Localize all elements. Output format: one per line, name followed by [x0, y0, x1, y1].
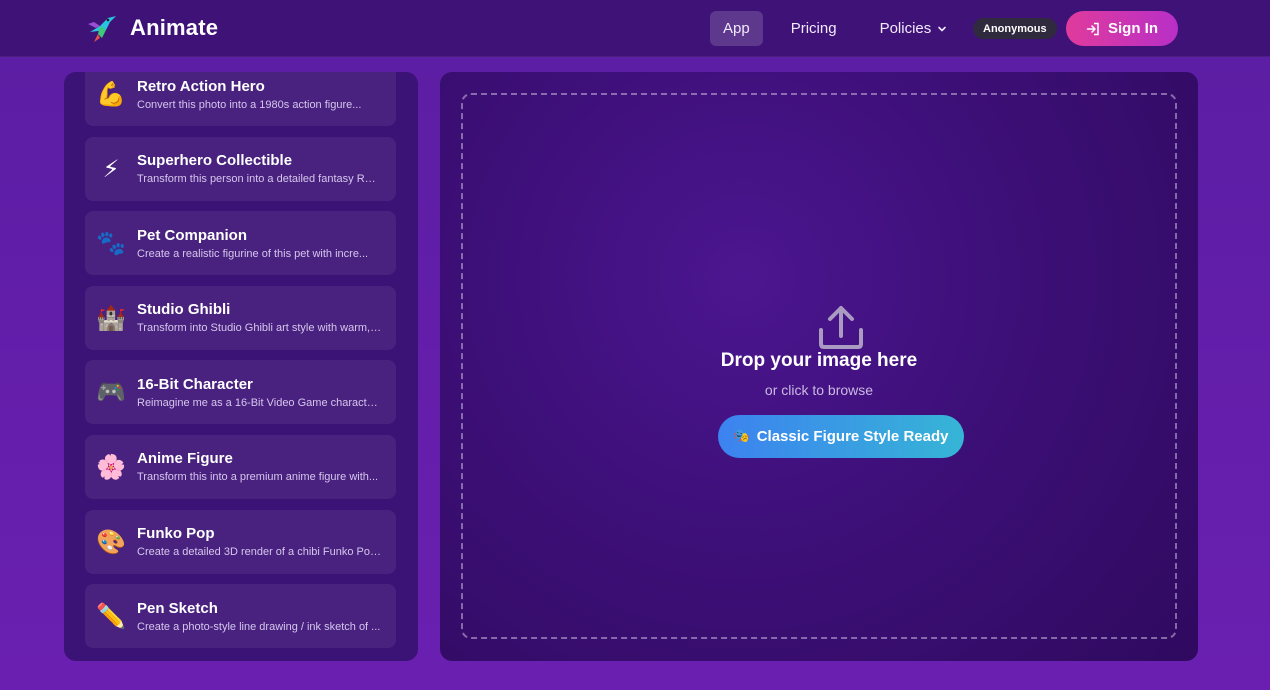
style-emoji-icon: 💪 — [96, 80, 126, 108]
style-item-description: Convert this photo into a 1980s action f… — [137, 98, 362, 111]
main-nav: App Pricing Policies — [710, 11, 960, 46]
style-item-text: Anime Figure Transform this into a premiu… — [137, 450, 396, 483]
style-item-title: Retro Action Hero — [137, 77, 265, 95]
style-item[interactable]: 🎨 Funko Pop Create a detailed 3D render of… — [85, 509, 396, 574]
style-item-text: Studio Ghibli Transform into Studio Ghibl… — [137, 301, 396, 334]
dropzone-subtitle: or click to browse — [764, 382, 874, 398]
style-item-description: Create a detailed 3D render of a chibi F… — [137, 546, 382, 559]
style-item-title: Funko Pop — [137, 525, 215, 543]
style-item-title: Pen Sketch — [137, 599, 218, 617]
style-item-title: Studio Ghibli — [137, 301, 231, 319]
style-item[interactable]: 🌸 Anime Figure Transform this into a premi… — [85, 434, 396, 499]
brand[interactable]: Animate — [86, 12, 218, 44]
style-item-description: Transform into Studio Ghibli art style w… — [137, 322, 382, 335]
style-emoji-icon: 🎮 — [96, 378, 126, 407]
style-item-description: Transform this into a premium anime figu… — [137, 471, 379, 484]
style-item-text: Pen Sketch Create a photo-style line draw… — [137, 600, 396, 633]
nav-app[interactable]: App — [710, 11, 763, 46]
nav-pricing[interactable]: Pricing — [778, 11, 850, 46]
nav-policies[interactable]: Policies — [867, 11, 961, 46]
sign-in-icon — [1086, 22, 1099, 35]
style-item-description: Reimagine me as a 16-Bit Video Game char… — [137, 396, 382, 409]
style-ready-button[interactable]: 🎭 Classic Figure Style Ready — [718, 415, 964, 458]
style-emoji-icon: 🐾 — [96, 229, 126, 258]
sign-in-button[interactable]: Sign In — [1066, 11, 1178, 46]
style-item-description: Transform this person into a detailed fa… — [137, 173, 382, 186]
style-emoji-icon: 🏰 — [96, 303, 126, 332]
style-item-text: Retro Action Hero Convert this photo into… — [137, 78, 396, 111]
style-item[interactable]: ⚡ Superhero Collectible Transform this per… — [85, 136, 396, 201]
user-status-badge: Anonymous — [973, 18, 1057, 39]
style-item-description: Create a photo-style line drawing / ink … — [137, 620, 381, 633]
upload-icon — [819, 306, 863, 349]
style-item-title: Superhero Collectible — [137, 152, 293, 170]
top-nav-bar: Animate App Pricing Policies Anonymous S… — [0, 0, 1270, 57]
image-dropzone[interactable]: Drop your image here or click to browse … — [461, 93, 1177, 639]
style-list: 💪 Retro Action Hero Convert this photo int… — [85, 72, 396, 659]
style-item[interactable]: 🐾 Pet Companion Create a realistic figurin… — [85, 211, 396, 276]
style-item-text: 16-Bit Character Reimagine me as a 16-Bit… — [137, 376, 396, 409]
chevron-down-icon — [938, 26, 947, 32]
style-emoji-icon: 🎨 — [96, 527, 126, 556]
theater-masks-icon: 🎭 — [733, 429, 750, 444]
style-item[interactable]: ✏️ Pen Sketch Create a photo-style line dr… — [85, 584, 396, 649]
dropzone-title: Drop your image here — [720, 350, 918, 371]
style-item-title: Anime Figure — [137, 450, 233, 468]
style-item-title: 16-Bit Character — [137, 375, 253, 393]
style-ready-label: Classic Figure Style Ready — [756, 428, 949, 445]
style-item-title: Pet Companion — [137, 226, 248, 244]
hummingbird-logo-icon — [88, 16, 116, 42]
style-item[interactable]: 🏰 Studio Ghibli Transform into Studio Ghib… — [85, 285, 396, 350]
nav-policies-label: Policies — [879, 20, 932, 37]
upload-panel: Drop your image here or click to browse … — [440, 72, 1198, 661]
style-item[interactable]: 🎮 16-Bit Character Reimagine me as a 16-Bi… — [85, 360, 396, 425]
style-item[interactable]: 💪 Retro Action Hero Convert this photo int… — [85, 72, 396, 126]
style-item-text: Superhero Collectible Transform this pers… — [137, 152, 396, 185]
style-item-description: Create a realistic figurine of this pet … — [137, 247, 369, 260]
brand-name: Animate — [130, 15, 219, 40]
sign-in-label: Sign In — [1108, 20, 1158, 37]
style-emoji-icon: ⚡ — [102, 154, 120, 183]
style-panel[interactable]: 💪 Retro Action Hero Convert this photo int… — [64, 72, 418, 661]
style-item-text: Funko Pop Create a detailed 3D render of … — [137, 525, 396, 558]
style-emoji-icon: 🌸 — [96, 452, 126, 481]
style-emoji-icon: ✏️ — [96, 602, 126, 631]
style-item-text: Pet Companion Create a realistic figurine… — [137, 227, 396, 260]
